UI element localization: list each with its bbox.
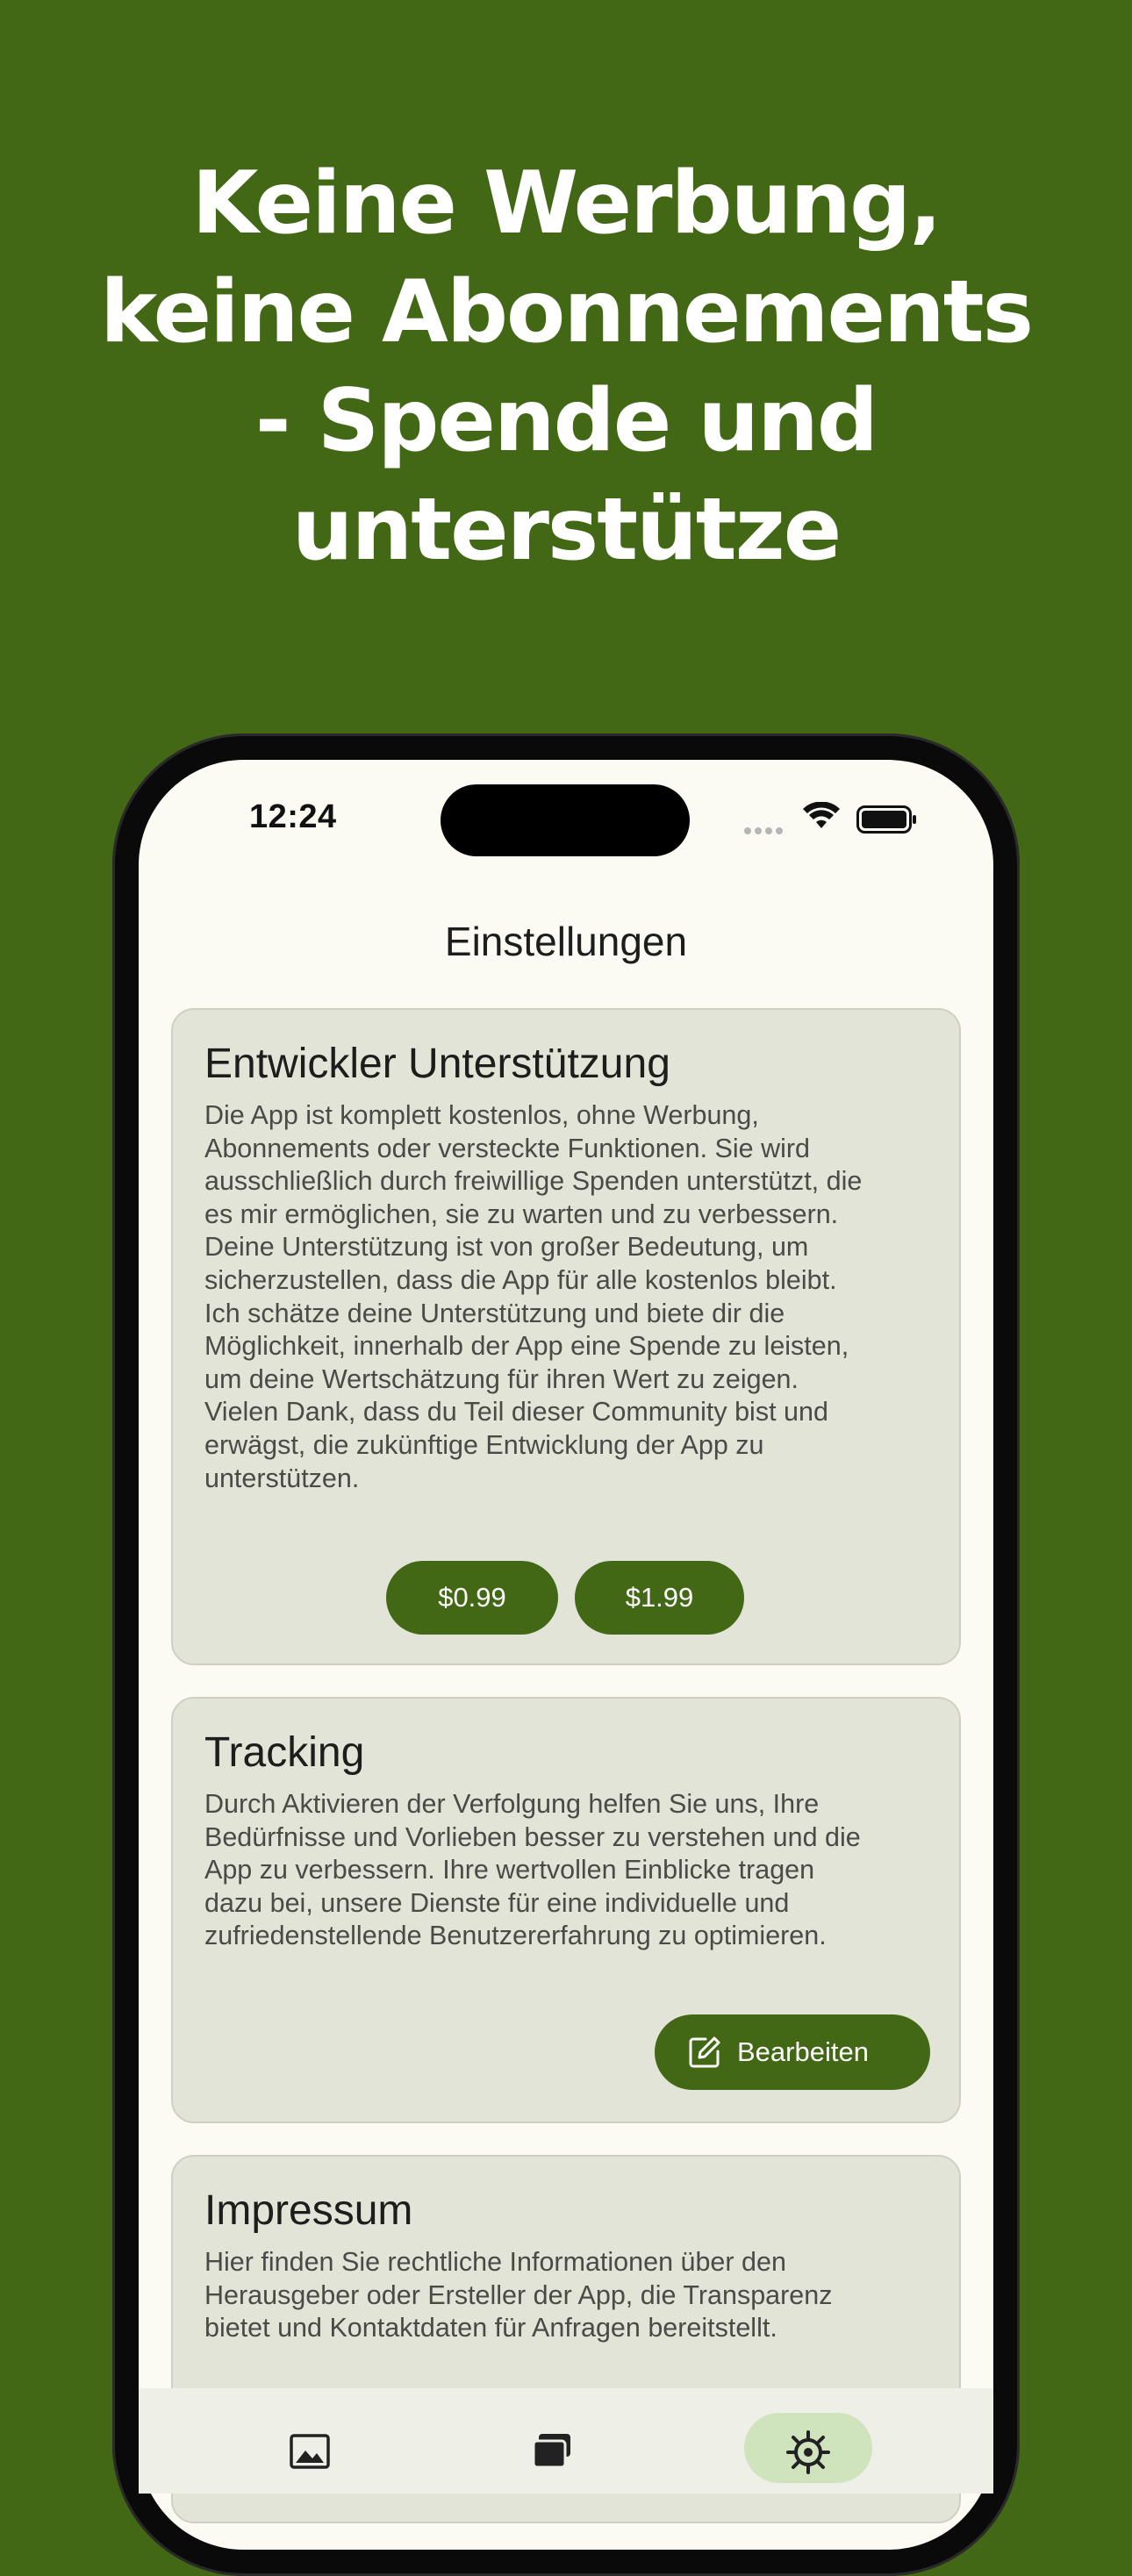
support-body-line: erwägst, die zukünftige Entwicklung der … [204, 1429, 764, 1460]
tracking-body-line: dazu bei, unsere Dienste für eine indivi… [204, 1887, 790, 1918]
support-body-line: Deine Unterstützung ist von großer Bedeu… [204, 1232, 809, 1263]
support-body-line: es mir ermöglichen, sie zu warten und zu… [204, 1199, 839, 1229]
imprint-card-title: Impressum [204, 2187, 413, 2234]
edit-icon [689, 2036, 720, 2068]
tab-bar [139, 2388, 993, 2494]
tracking-body-line: App zu verbessern. Ihre wertvollen Einbl… [204, 1855, 815, 1885]
promo-headline-line-1: Keine Werbung, [191, 154, 942, 254]
settings-gear-icon [786, 2430, 830, 2474]
promo-headline: Keine Werbung, keine Abonnements - Spend… [0, 149, 1132, 584]
status-time: 12:24 [249, 798, 337, 835]
promo-headline-line-3: - Spende und [254, 371, 878, 471]
signal-dots-icon [744, 823, 786, 839]
donate-199-button[interactable]: $1.99 [575, 1561, 744, 1635]
promo-headline-line-2: keine Abonnements [100, 262, 1034, 362]
imprint-body-line: Hier finden Sie rechtliche Informationen… [204, 2247, 786, 2277]
tracking-body-line: Bedürfnisse und Vorlieben besser zu vers… [204, 1821, 861, 1852]
support-card-body: Die App ist komplett kostenlos, ohne Wer… [204, 1099, 933, 1495]
support-body-line: Vielen Dank, dass du Teil dieser Communi… [204, 1397, 828, 1428]
support-body-line: ausschließlich durch freiwillige Spenden… [204, 1166, 863, 1197]
support-body-line: unterstützen. [204, 1463, 360, 1493]
support-body-line: sicherzustellen, dass die App für alle k… [204, 1264, 837, 1295]
tracking-card-title: Tracking [204, 1729, 365, 1776]
imprint-card-body: Hier finden Sie rechtliche Informationen… [204, 2246, 933, 2345]
cards-icon[interactable] [530, 2432, 574, 2471]
promo-headline-line-4: unterstütze [291, 480, 842, 580]
imprint-body-line: bietet und Kontaktdaten für Anfragen ber… [204, 2313, 777, 2343]
support-body-line: um deine Wertschätzung für ihren Wert zu… [204, 1363, 799, 1394]
tracking-edit-button[interactable]: Bearbeiten [655, 2014, 930, 2090]
image-icon[interactable] [290, 2434, 330, 2469]
support-body-line: Abonnements oder versteckte Funktionen. … [204, 1133, 811, 1163]
battery-icon [856, 805, 916, 834]
tracking-body-line: Durch Aktivieren der Verfolgung helfen S… [204, 1789, 820, 1819]
wifi-icon [803, 802, 840, 828]
support-card: Entwickler Unterstützung Die App ist kom… [171, 1008, 961, 1665]
tracking-edit-label: Bearbeiten [737, 2036, 869, 2067]
support-body-line: Die App ist komplett kostenlos, ohne Wer… [204, 1100, 759, 1130]
support-body-line: Ich schätze deine Unterstützung und biet… [204, 1298, 785, 1328]
tracking-card: Tracking Durch Aktivieren der Verfolgung… [171, 1697, 961, 2123]
donate-099-button[interactable]: $0.99 [386, 1561, 558, 1635]
imprint-body-line: Herausgeber oder Ersteller der App, die … [204, 2279, 833, 2310]
status-icons [744, 800, 920, 839]
tracking-card-body: Durch Aktivieren der Verfolgung helfen S… [204, 1788, 933, 1953]
dynamic-island [441, 784, 690, 856]
page-title: Einstellungen [444, 919, 688, 964]
support-body-line: Möglichkeit, innerhalb der App eine Spen… [204, 1331, 849, 1362]
tracking-body-line: zufriedenstellende Benutzererfahrung zu … [204, 1921, 827, 1951]
support-card-title: Entwickler Unterstützung [204, 1041, 670, 1087]
